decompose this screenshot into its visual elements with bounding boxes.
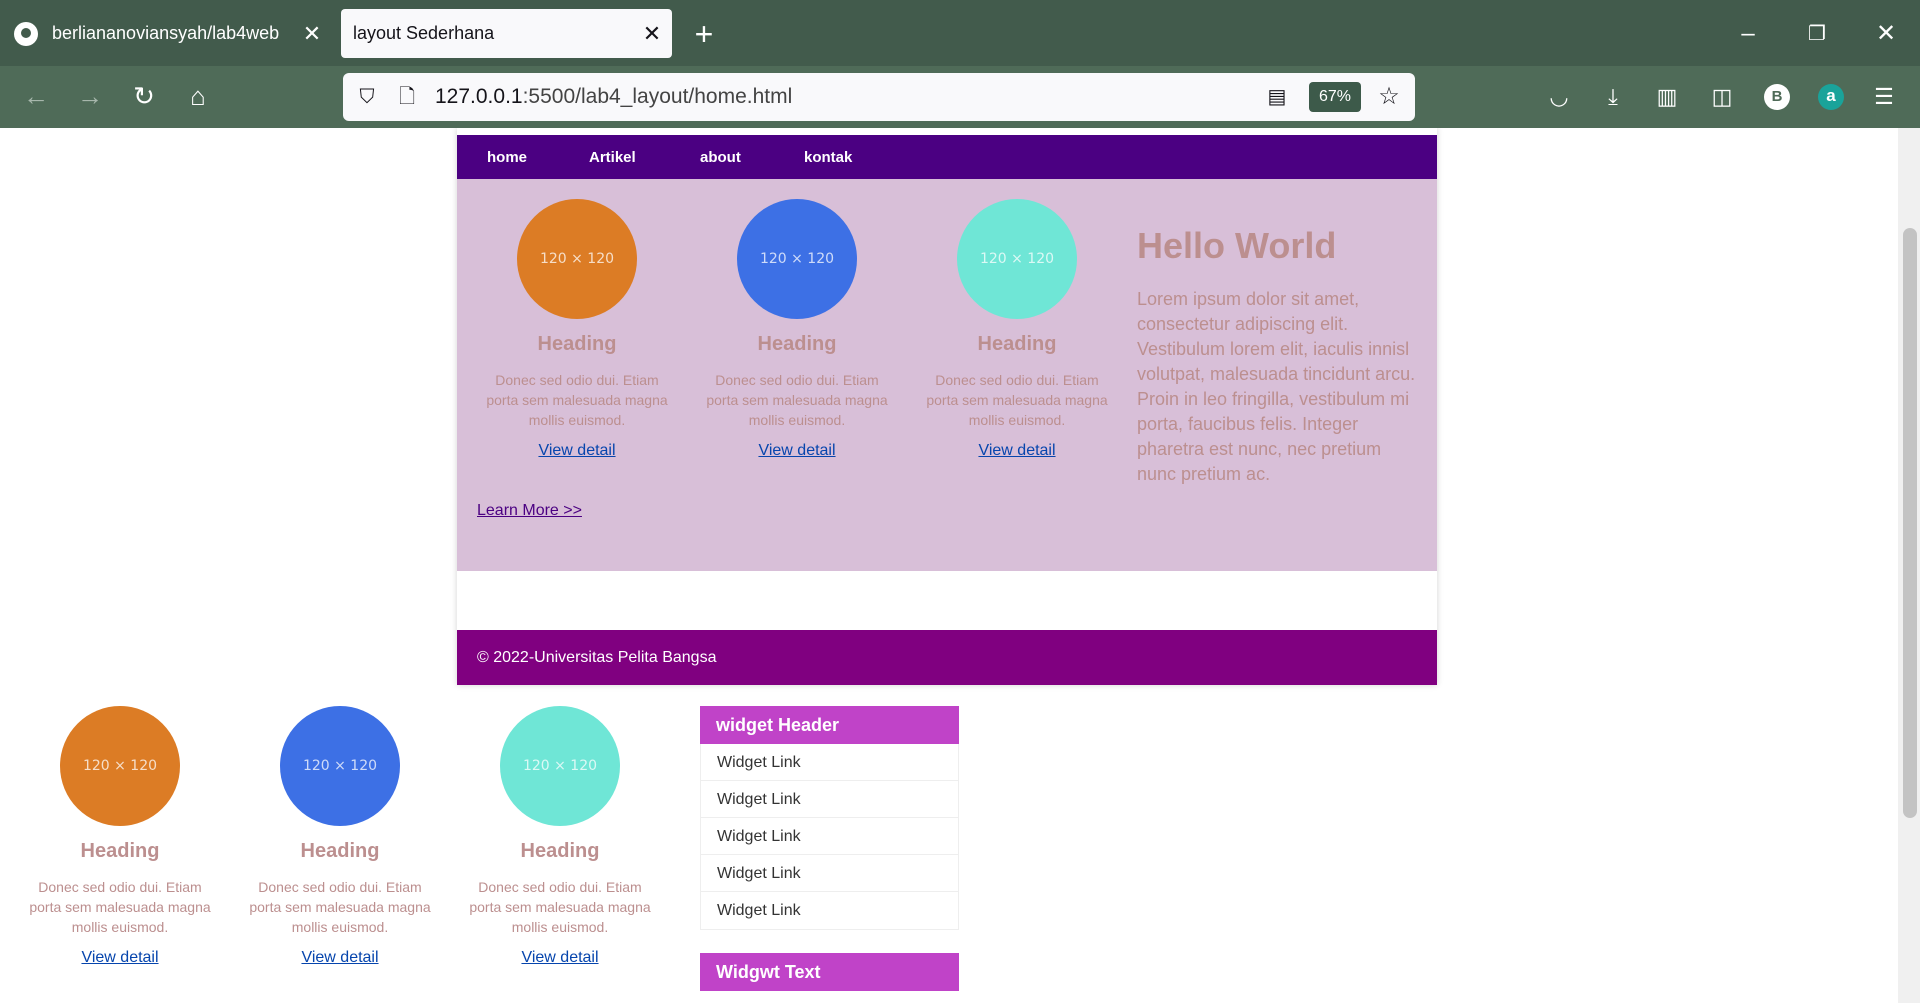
scrollbar[interactable] [1898,128,1920,1003]
close-icon[interactable]: ✕ [632,21,672,47]
card-heading: Heading [300,840,380,862]
card-text: Donec sed odio dui. Etiam porta sem male… [926,372,1108,428]
tab-github[interactable]: berliananoviansyah/lab4web ✕ [0,9,332,58]
tab-layout-label: layout Sederhana [353,23,495,43]
home-button[interactable]: ⌂ [178,76,218,116]
view-detail-link[interactable]: View detail [81,949,158,967]
feature-card: 120 × 120 Heading Donec sed odio dui. Et… [240,706,440,967]
card-heading: Heading [80,840,160,862]
page-icon: 🗋 [398,86,416,108]
tab-layout-sederhana[interactable]: layout Sederhana ✕ [341,9,672,58]
bookmark-star-icon[interactable]: ☆ [1375,83,1403,111]
page-container: home Artikel about kontak 120 × 120 Head… [457,128,1437,685]
hero-text: Lorem ipsum dolor sit amet, consectetur … [1137,289,1416,484]
feature-card: 120 × 120 Heading Donec sed odio dui. Et… [20,706,220,967]
card-text: Donec sed odio dui. Etiam porta sem male… [29,879,211,935]
feature-card: 120 × 120 Heading Donec sed odio dui. Et… [917,199,1117,460]
feature-card: 120 × 120 Heading Donec sed odio dui. Et… [477,199,677,460]
new-tab-button[interactable]: + [688,14,720,54]
placeholder-image: 120 × 120 [737,199,857,319]
library-icon[interactable]: ▥ [1650,80,1684,114]
url-path: :5500/lab4_layout/home.html [522,85,793,108]
nav-link-kontak[interactable]: kontak [804,149,852,166]
site-nav: home Artikel about kontak [457,135,1437,180]
card-text: Donec sed odio dui. Etiam porta sem male… [469,879,651,935]
widget-header: widget Header [700,706,959,744]
learn-more-link[interactable]: Learn More >> [477,502,582,520]
widget-link-list: Widget Link Widget Link Widget Link Widg… [700,744,959,930]
download-icon[interactable]: ⤓ [1596,80,1630,114]
scrollbar-thumb[interactable] [1903,228,1917,818]
hero-title: Hello World [1137,225,1337,266]
feature-card: 120 × 120 Heading Donec sed odio dui. Et… [697,199,897,460]
close-icon[interactable]: ✕ [292,21,332,47]
card-text: Donec sed odio dui. Etiam porta sem male… [249,879,431,935]
widget-link[interactable]: Widget Link [701,855,958,892]
widget-link[interactable]: Widget Link [701,818,958,855]
view-detail-link[interactable]: View detail [978,442,1055,460]
placeholder-image: 120 × 120 [60,706,180,826]
view-detail-link[interactable]: View detail [301,949,378,967]
widget-header: Widgwt Text [700,953,959,991]
reload-button[interactable]: ↻ [124,76,164,116]
minimize-button[interactable]: – [1728,14,1768,54]
sidebar-widget-text: Widgwt Text [700,953,959,991]
extension-icon[interactable]: a [1818,84,1844,110]
placeholder-image: 120 × 120 [517,199,637,319]
hero-section: 120 × 120 Heading Donec sed odio dui. Et… [457,179,1437,571]
url-bar[interactable]: ⛉ 🗋 127.0.0.1:5500/lab4_layout/home.html… [343,73,1415,121]
sidebar-widget: widget Header Widget Link Widget Link Wi… [700,706,959,930]
feature-card: 120 × 120 Heading Donec sed odio dui. Et… [460,706,660,967]
pocket-icon[interactable]: ◡ [1542,80,1576,114]
nav-link-home[interactable]: home [487,149,527,166]
url-host: 127.0.0.1 [435,85,523,108]
github-icon [14,21,38,46]
restore-button[interactable]: ❐ [1797,14,1837,54]
shield-icon[interactable]: ⛉ [353,83,381,111]
card-text: Donec sed odio dui. Etiam porta sem male… [486,372,668,428]
widget-link[interactable]: Widget Link [701,892,958,929]
card-text: Donec sed odio dui. Etiam porta sem male… [706,372,888,428]
view-detail-link[interactable]: View detail [538,442,615,460]
view-detail-link[interactable]: View detail [521,949,598,967]
card-heading: Heading [977,333,1057,355]
card-heading: Heading [757,333,837,355]
card-heading: Heading [537,333,617,355]
url-text[interactable]: 127.0.0.1:5500/lab4_layout/home.html [435,85,792,109]
tab-github-label: berliananoviansyah/lab4web [52,23,280,43]
nav-link-artikel[interactable]: Artikel [589,149,636,166]
zoom-level-badge[interactable]: 67% [1309,82,1361,112]
menu-icon[interactable]: ☰ [1867,80,1901,114]
card-heading: Heading [520,840,600,862]
widget-link[interactable]: Widget Link [701,781,958,818]
view-detail-link[interactable]: View detail [758,442,835,460]
placeholder-image: 120 × 120 [500,706,620,826]
reader-view-icon[interactable]: ▤ [1263,83,1291,111]
page-viewport: home Artikel about kontak 120 × 120 Head… [0,128,1920,1003]
site-footer: © 2022-Universitas Pelita Bangsa [457,630,1437,685]
back-button[interactable]: ← [16,76,56,116]
tab-bar: berliananoviansyah/lab4web ✕ layout Sede… [0,0,1920,66]
placeholder-image: 120 × 120 [957,199,1077,319]
forward-button[interactable]: → [70,76,110,116]
nav-link-about[interactable]: about [700,149,741,166]
placeholder-image: 120 × 120 [280,706,400,826]
sidebar-icon[interactable]: ◫ [1705,80,1739,114]
widget-link[interactable]: Widget Link [701,744,958,781]
close-window-button[interactable]: ✕ [1866,14,1906,54]
profile-avatar[interactable]: B [1764,84,1790,110]
